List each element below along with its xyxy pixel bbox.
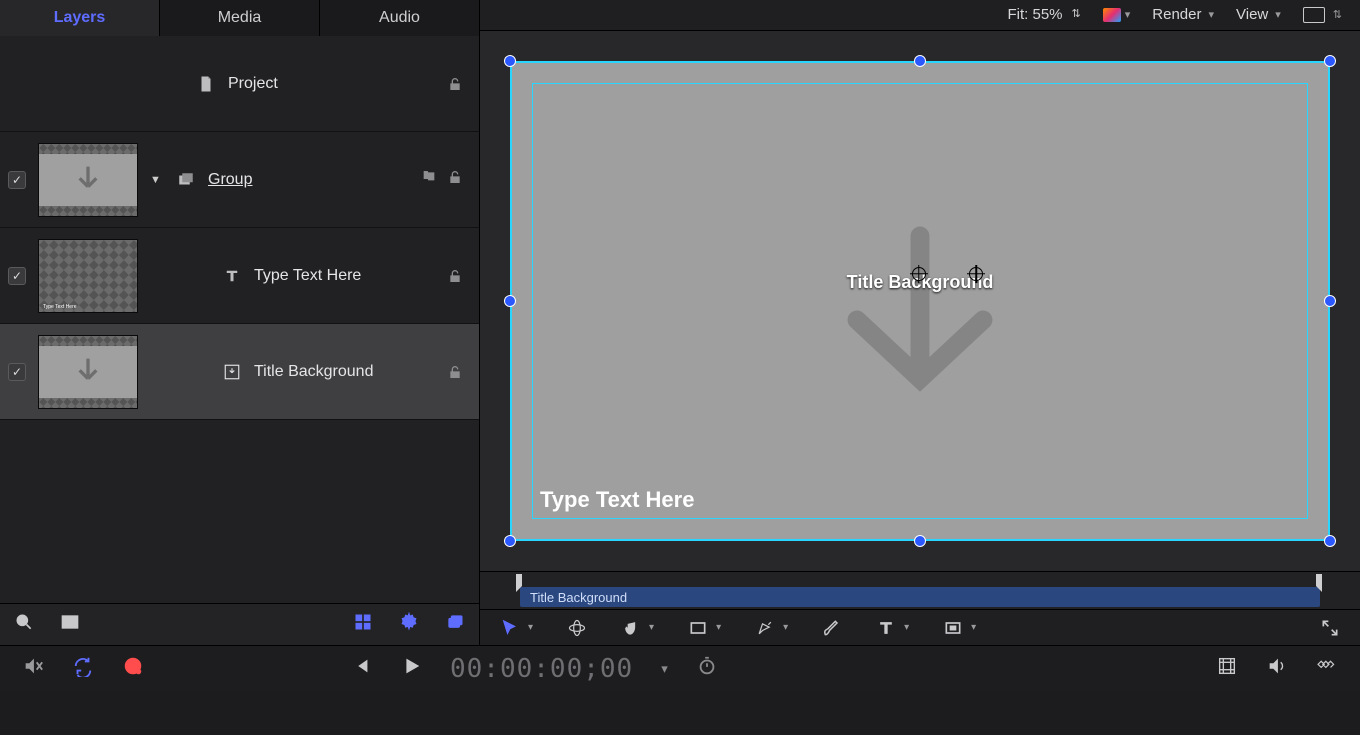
gear-icon[interactable] xyxy=(399,612,419,637)
clip-bar[interactable]: Title Background xyxy=(520,587,1320,607)
disclosure-triangle[interactable]: ▼ xyxy=(150,174,164,186)
stopwatch-icon[interactable] xyxy=(696,655,718,682)
resize-handle[interactable] xyxy=(914,535,926,547)
timecode-menu-icon[interactable]: ▾ xyxy=(661,661,668,677)
pen-tool[interactable]: ▾ xyxy=(755,618,788,638)
brush-tool[interactable] xyxy=(822,618,842,638)
stack-icon[interactable] xyxy=(445,612,465,637)
layers-list: Project ✓ Type Text Here ▼ Group xyxy=(0,36,479,603)
out-marker-icon[interactable] xyxy=(1312,574,1322,592)
select-tool[interactable]: ▾ xyxy=(500,618,533,638)
mini-timeline: Title Background xyxy=(480,571,1360,610)
anchor-point[interactable] xyxy=(912,267,926,281)
mask-tool[interactable]: ▾ xyxy=(943,618,976,638)
sidebar: Layers Media Audio Project ✓ xyxy=(0,0,480,645)
keyframes-icon[interactable] xyxy=(1316,655,1338,682)
layer-row-group[interactable]: ✓ Type Text Here ▼ Group xyxy=(0,132,479,228)
expand-icon[interactable] xyxy=(1320,618,1340,638)
monitor-toggle[interactable]: ⇅ xyxy=(1303,7,1342,23)
resize-handle[interactable] xyxy=(914,55,926,67)
layer-row-title-background[interactable]: ✓ Title Background xyxy=(0,324,479,420)
filmstrip-icon[interactable] xyxy=(1216,655,1238,682)
layer-label[interactable]: Group xyxy=(208,171,409,189)
sidebar-tabs: Layers Media Audio xyxy=(0,0,479,36)
checker-icon[interactable] xyxy=(353,612,373,637)
render-menu[interactable]: Render xyxy=(1152,6,1214,23)
search-icon[interactable] xyxy=(14,612,34,637)
canvas-area: Fit: 55% ▾ Render View ⇅ Title Backgroun… xyxy=(480,0,1360,645)
resize-handle[interactable] xyxy=(1324,295,1336,307)
dropzone-arrow-icon xyxy=(800,215,1040,430)
project-icon xyxy=(196,75,216,93)
resize-handle[interactable] xyxy=(504,535,516,547)
flag-icon[interactable] xyxy=(421,169,437,190)
fit-zoom[interactable]: Fit: 55% xyxy=(1007,6,1080,23)
resize-handle[interactable] xyxy=(1324,535,1336,547)
color-swatch[interactable]: ▾ xyxy=(1103,8,1131,22)
text-tool[interactable]: ▾ xyxy=(876,618,909,638)
go-to-start-icon[interactable] xyxy=(350,655,372,682)
tab-layers[interactable]: Layers xyxy=(0,0,160,36)
view-menu[interactable]: View xyxy=(1236,6,1281,23)
layer-row-text[interactable]: ✓ Type Text Here Type Text Here xyxy=(0,228,479,324)
resize-handle[interactable] xyxy=(504,295,516,307)
text-icon xyxy=(222,267,242,285)
lock-icon[interactable] xyxy=(447,364,463,380)
pan-tool[interactable]: ▾ xyxy=(621,618,654,638)
layer-label: Title Background xyxy=(254,363,435,381)
visibility-checkbox[interactable]: ✓ xyxy=(8,267,26,285)
lock-icon[interactable] xyxy=(447,169,463,190)
resize-handle[interactable] xyxy=(1324,55,1336,67)
sidebar-footer xyxy=(0,603,479,645)
group-icon xyxy=(176,171,196,189)
visibility-checkbox[interactable]: ✓ xyxy=(8,363,26,381)
tab-media[interactable]: Media xyxy=(160,0,320,36)
rotate-tool[interactable] xyxy=(567,618,587,638)
volume-icon[interactable] xyxy=(1266,655,1288,682)
viewport[interactable]: Title Background Type Text Here xyxy=(480,31,1360,571)
layer-thumbnail: Type Text Here xyxy=(38,239,138,313)
visibility-checkbox[interactable]: ✓ xyxy=(8,171,26,189)
timecode[interactable]: 00:00:00;00 xyxy=(450,654,633,684)
canvas-tool-row: ▾ ▾ ▾ ▾ ▾ ▾ xyxy=(480,609,1360,645)
canvas-text-placeholder[interactable]: Type Text Here xyxy=(540,487,694,513)
layer-thumbnail xyxy=(38,335,138,409)
frame-icon[interactable] xyxy=(60,612,80,637)
layer-label: Type Text Here xyxy=(254,267,435,285)
anchor-point[interactable] xyxy=(969,267,983,281)
transport-bar: 00:00:00;00 ▾ xyxy=(0,645,1360,691)
lock-icon[interactable] xyxy=(447,268,463,284)
mute-icon[interactable] xyxy=(22,655,44,682)
lock-icon[interactable] xyxy=(447,76,463,92)
canvas-toolbar: Fit: 55% ▾ Render View ⇅ xyxy=(480,0,1360,31)
dropzone-icon xyxy=(222,363,242,381)
in-marker-icon[interactable] xyxy=(516,574,526,592)
tab-audio[interactable]: Audio xyxy=(320,0,479,36)
layer-thumbnail: Type Text Here xyxy=(38,143,138,217)
rect-tool[interactable]: ▾ xyxy=(688,618,721,638)
timeline-ruler[interactable] xyxy=(480,572,1360,588)
record-icon[interactable] xyxy=(122,655,144,682)
play-icon[interactable] xyxy=(400,655,422,682)
layer-row-project[interactable]: Project xyxy=(0,36,479,132)
loop-icon[interactable] xyxy=(72,655,94,682)
layer-label: Project xyxy=(228,75,435,93)
drop-zone[interactable]: Title Background Type Text Here xyxy=(510,61,1330,541)
resize-handle[interactable] xyxy=(504,55,516,67)
